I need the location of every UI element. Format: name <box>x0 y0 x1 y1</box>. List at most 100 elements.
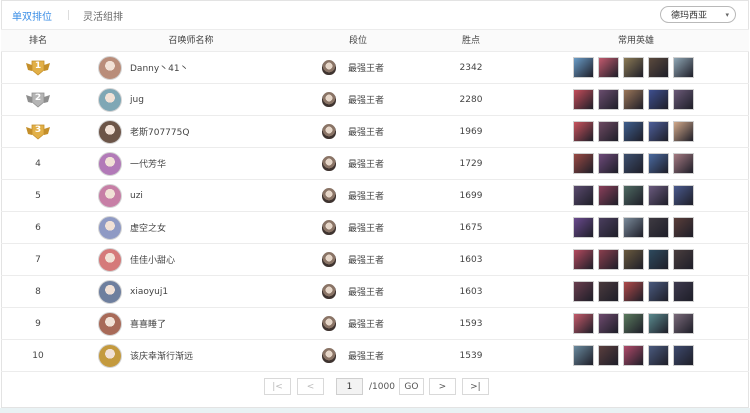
avatar[interactable] <box>98 119 122 144</box>
hero-portrait-icon[interactable] <box>573 249 594 270</box>
last-page-button[interactable]: >| <box>461 378 489 395</box>
hero-portrait-icon[interactable] <box>573 313 594 334</box>
column-header-rank: 排名 <box>28 36 47 46</box>
rank-cell: 4 <box>20 148 56 179</box>
hero-portrait-icon[interactable] <box>623 89 644 110</box>
hero-portrait-icon[interactable] <box>673 345 694 366</box>
hero-portrait-icon[interactable] <box>573 345 594 366</box>
page-number-input[interactable] <box>336 378 363 395</box>
hero-portrait-icon[interactable] <box>648 217 669 238</box>
tier-cell: 最强王者 <box>322 244 412 275</box>
favorite-heroes <box>573 52 703 83</box>
avatar[interactable] <box>98 215 122 240</box>
favorite-heroes <box>573 340 703 371</box>
summoner-name[interactable]: 虚空之女 <box>130 221 166 234</box>
go-button[interactable]: GO <box>398 378 424 395</box>
summoner-name[interactable]: xiaoyuj1 <box>130 287 168 297</box>
summoner-name[interactable]: 喜喜睡了 <box>130 317 166 330</box>
tab-solo-duo[interactable]: 单双排位 <box>12 8 52 23</box>
hero-portrait-icon[interactable] <box>623 249 644 270</box>
summoner-cell: xiaoyuj1 <box>98 276 298 307</box>
hero-portrait-icon[interactable] <box>648 153 669 174</box>
avatar[interactable] <box>98 183 122 208</box>
tab-flex[interactable]: 灵活组排 <box>83 8 123 23</box>
hero-portrait-icon[interactable] <box>573 153 594 174</box>
hero-portrait-icon[interactable] <box>623 185 644 206</box>
hero-portrait-icon[interactable] <box>598 89 619 110</box>
hero-portrait-icon[interactable] <box>673 121 694 142</box>
avatar[interactable] <box>98 247 122 272</box>
tier-cell: 最强王者 <box>322 52 412 83</box>
tier-cell: 最强王者 <box>322 116 412 147</box>
hero-portrait-icon[interactable] <box>598 313 619 334</box>
hero-portrait-icon[interactable] <box>673 217 694 238</box>
hero-portrait-icon[interactable] <box>623 57 644 78</box>
hero-portrait-icon[interactable] <box>573 217 594 238</box>
hero-portrait-icon[interactable] <box>623 313 644 334</box>
hero-portrait-icon[interactable] <box>623 121 644 142</box>
summoner-name[interactable]: 一代芳华 <box>130 157 166 170</box>
table-header: 排名 召唤师名称 段位 胜点 常用英雄 <box>1 29 749 52</box>
summoner-name[interactable]: 老斯707775Q <box>130 125 189 138</box>
tier-label: 最强王者 <box>348 256 385 266</box>
hero-portrait-icon[interactable] <box>598 121 619 142</box>
hero-portrait-icon[interactable] <box>673 153 694 174</box>
hero-portrait-icon[interactable] <box>648 345 669 366</box>
hero-portrait-icon[interactable] <box>598 249 619 270</box>
hero-portrait-icon[interactable] <box>573 89 594 110</box>
prev-page-button[interactable]: < <box>297 378 324 395</box>
tier-label: 最强王者 <box>348 96 385 106</box>
avatar[interactable] <box>98 279 122 304</box>
region-select[interactable]: 德玛西亚 ▾ <box>660 6 736 23</box>
challenger-tier-icon <box>322 348 336 363</box>
summoner-name[interactable]: uzi <box>130 191 143 201</box>
hero-portrait-icon[interactable] <box>648 57 669 78</box>
hero-portrait-icon[interactable] <box>623 345 644 366</box>
summoner-cell: 一代芳华 <box>98 148 298 179</box>
pagination: |< < /1000 GO > >| <box>264 378 489 395</box>
hero-portrait-icon[interactable] <box>648 121 669 142</box>
hero-portrait-icon[interactable] <box>598 57 619 78</box>
rank-cell: 9 <box>20 308 56 339</box>
hero-portrait-icon[interactable] <box>598 153 619 174</box>
points-cell: 1729 <box>459 158 483 169</box>
avatar[interactable] <box>98 151 122 176</box>
hero-portrait-icon[interactable] <box>623 217 644 238</box>
hero-portrait-icon[interactable] <box>673 249 694 270</box>
hero-portrait-icon[interactable] <box>673 89 694 110</box>
summoner-name[interactable]: jug <box>130 95 144 105</box>
hero-portrait-icon[interactable] <box>673 185 694 206</box>
summoner-cell: 虚空之女 <box>98 212 298 243</box>
hero-portrait-icon[interactable] <box>648 89 669 110</box>
hero-portrait-icon[interactable] <box>598 281 619 302</box>
hero-portrait-icon[interactable] <box>623 153 644 174</box>
hero-portrait-icon[interactable] <box>648 281 669 302</box>
hero-portrait-icon[interactable] <box>573 121 594 142</box>
summoner-name[interactable]: Danny丶41丶 <box>130 61 189 74</box>
hero-portrait-icon[interactable] <box>598 217 619 238</box>
hero-portrait-icon[interactable] <box>673 57 694 78</box>
hero-portrait-icon[interactable] <box>573 281 594 302</box>
hero-portrait-icon[interactable] <box>648 185 669 206</box>
hero-portrait-icon[interactable] <box>573 57 594 78</box>
tier-label: 最强王者 <box>348 352 385 362</box>
hero-portrait-icon[interactable] <box>673 313 694 334</box>
next-page-button[interactable]: > <box>428 378 456 395</box>
hero-portrait-icon[interactable] <box>598 185 619 206</box>
queue-tabs: 单双排位 灵活组排 <box>12 8 123 23</box>
avatar[interactable] <box>98 87 122 112</box>
avatar[interactable] <box>98 55 122 80</box>
hero-portrait-icon[interactable] <box>623 281 644 302</box>
hero-portrait-icon[interactable] <box>648 313 669 334</box>
summoner-name[interactable]: 佳佳小甜心 <box>130 253 175 266</box>
tier-cell: 最强王者 <box>322 212 412 243</box>
avatar[interactable] <box>98 343 122 368</box>
hero-portrait-icon[interactable] <box>648 249 669 270</box>
summoner-name[interactable]: 该庆幸渐行渐远 <box>130 349 193 362</box>
avatar[interactable] <box>98 311 122 336</box>
favorite-heroes <box>573 148 703 179</box>
hero-portrait-icon[interactable] <box>598 345 619 366</box>
first-page-button[interactable]: |< <box>264 378 291 395</box>
hero-portrait-icon[interactable] <box>673 281 694 302</box>
hero-portrait-icon[interactable] <box>573 185 594 206</box>
